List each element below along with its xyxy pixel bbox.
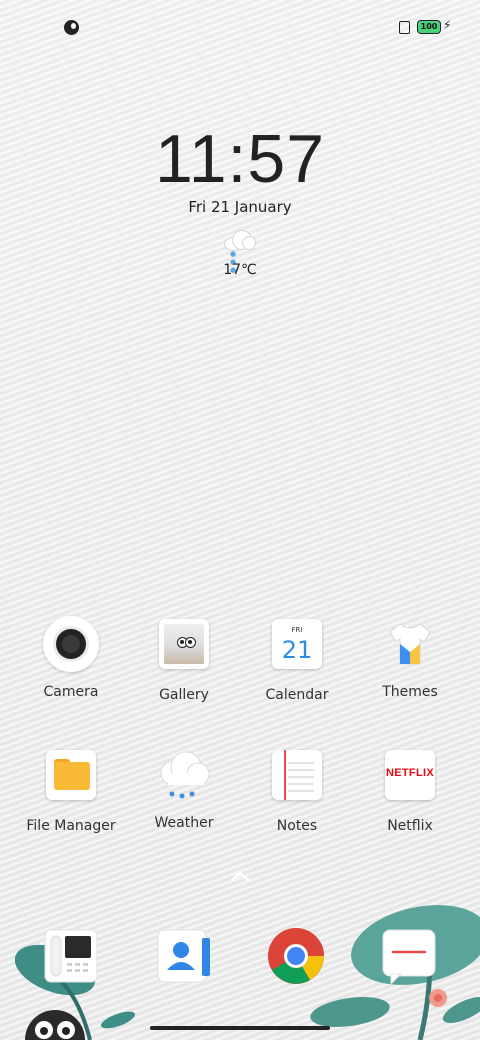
app-label-weather: Weather (154, 815, 214, 831)
status-bar: 100 ⚡ (0, 0, 480, 54)
folder-icon (43, 750, 99, 806)
gesture-nav-bar[interactable] (150, 1026, 330, 1030)
chrome-icon (268, 928, 325, 984)
dock-phone[interactable] (41, 926, 101, 986)
calendar-icon: FRI 21 (269, 619, 325, 675)
notes-icon (269, 750, 325, 806)
dock-messages[interactable] (379, 926, 439, 986)
dock-chrome[interactable] (266, 926, 326, 986)
app-notes[interactable]: Notes (247, 747, 347, 834)
app-label-camera: Camera (43, 684, 99, 700)
app-label-gallery: Gallery (159, 687, 209, 703)
netflix-logo-text: NETFLIX (386, 767, 434, 779)
charging-icon: ⚡ (443, 18, 452, 32)
chevron-up-icon[interactable] (230, 870, 250, 882)
camera-icon (43, 616, 99, 672)
phone-icon (44, 929, 98, 983)
snow-cloud-icon (224, 230, 256, 251)
messages-icon (382, 929, 436, 986)
app-label-notes: Notes (276, 818, 318, 834)
app-calendar[interactable]: FRI 21 Calendar (247, 616, 347, 703)
calendar-date: 21 (281, 636, 313, 664)
temperature-label: 17℃ (223, 262, 257, 278)
app-label-calendar: Calendar (265, 687, 329, 703)
app-label-file-manager: File Manager (26, 818, 116, 834)
app-weather[interactable]: Weather (134, 747, 234, 831)
app-themes[interactable]: Themes (360, 616, 460, 700)
app-netflix[interactable]: NETFLIX Netflix (360, 747, 460, 834)
sim-icon (399, 21, 410, 34)
dock-contacts[interactable] (154, 926, 214, 986)
weather-icon (156, 747, 212, 803)
gallery-icon (156, 619, 212, 675)
clock-date: Fri 21 January (188, 198, 292, 216)
themes-icon (382, 616, 438, 672)
app-camera[interactable]: Camera (21, 616, 121, 700)
clock-time[interactable]: 11:57 (0, 120, 480, 198)
netflix-icon: NETFLIX (382, 750, 438, 806)
app-label-netflix: Netflix (387, 818, 433, 834)
app-gallery[interactable]: Gallery (134, 616, 234, 703)
notification-icon (64, 20, 79, 35)
calendar-day: FRI (291, 626, 303, 634)
weather-widget[interactable]: ● ● ● 17℃ (220, 228, 260, 286)
app-file-manager[interactable]: File Manager (21, 747, 121, 834)
app-label-themes: Themes (382, 684, 438, 700)
battery-icon: 100 (417, 20, 441, 34)
contacts-icon (157, 929, 210, 983)
